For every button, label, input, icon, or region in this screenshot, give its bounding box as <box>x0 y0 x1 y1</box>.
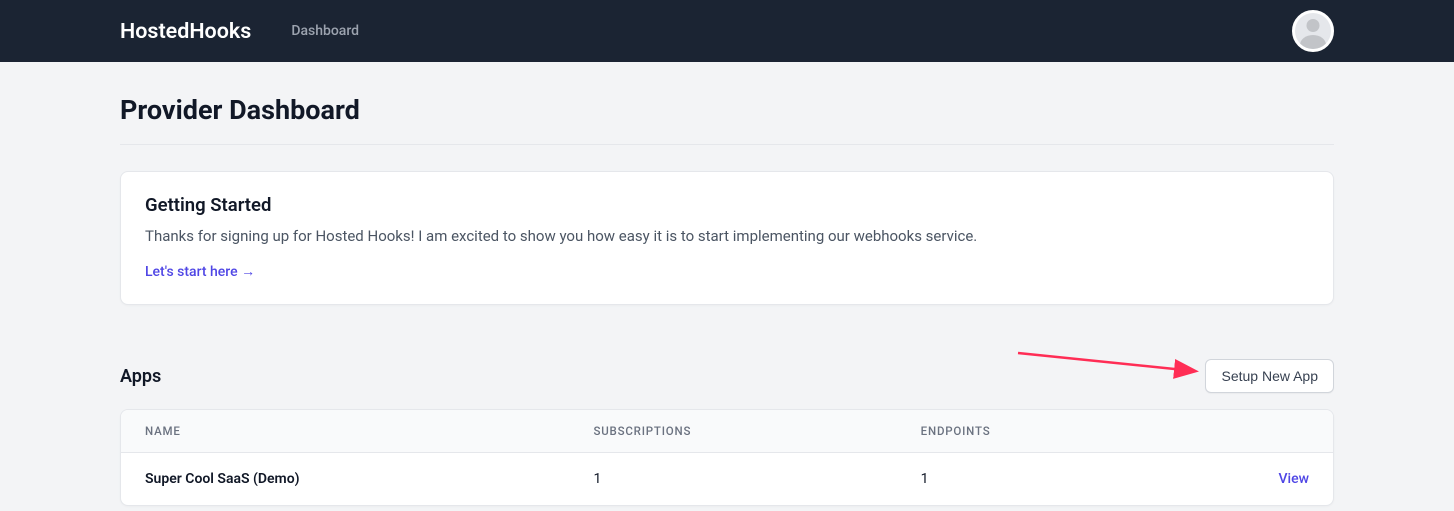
setup-new-app-button[interactable]: Setup New App <box>1205 359 1334 393</box>
col-header-actions <box>1212 410 1333 453</box>
apps-section-header: Apps Setup New App <box>120 359 1334 393</box>
col-header-subscriptions: Subscriptions <box>569 410 896 453</box>
app-name-cell: Super Cool SaaS (Demo) <box>121 453 569 506</box>
app-subscriptions-cell: 1 <box>569 453 896 506</box>
col-header-endpoints: Endpoints <box>897 410 1212 453</box>
annotation-arrow-icon <box>1016 347 1206 379</box>
avatar-icon <box>1295 13 1331 49</box>
table-row: Super Cool SaaS (Demo) 1 1 View <box>121 453 1333 506</box>
getting-started-body: Thanks for signing up for Hosted Hooks! … <box>145 226 1309 247</box>
main-content: Provider Dashboard Getting Started Thank… <box>0 62 1454 506</box>
getting-started-card: Getting Started Thanks for signing up fo… <box>120 171 1334 305</box>
apps-section-title: Apps <box>120 366 161 387</box>
logo[interactable]: HostedHooks <box>120 19 251 44</box>
avatar-menu[interactable] <box>1292 10 1334 52</box>
table-header-row: Name Subscriptions Endpoints <box>121 410 1333 453</box>
page-title: Provider Dashboard <box>120 62 1334 145</box>
top-header: HostedHooks Dashboard <box>0 0 1454 62</box>
getting-started-link[interactable]: Let's start here → <box>145 263 255 280</box>
getting-started-title: Getting Started <box>145 194 1309 216</box>
col-header-name: Name <box>121 410 569 453</box>
apps-table: Name Subscriptions Endpoints Super Cool … <box>120 409 1334 506</box>
view-app-link[interactable]: View <box>1279 471 1310 487</box>
app-endpoints-cell: 1 <box>897 453 1212 506</box>
nav-dashboard[interactable]: Dashboard <box>291 23 359 39</box>
